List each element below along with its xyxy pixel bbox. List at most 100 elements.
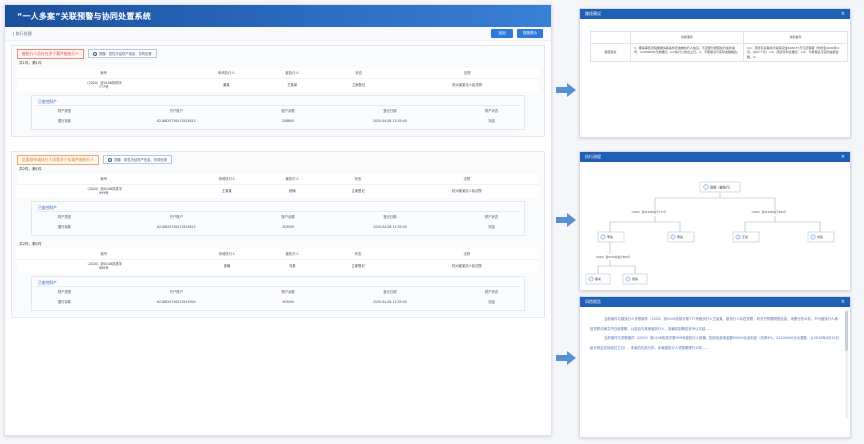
case-status: 立案登记 xyxy=(351,189,365,193)
group-count-label: 共1件，第1件 xyxy=(19,61,42,65)
col-header-account: 开户账户 xyxy=(169,215,183,219)
measure-hint-button[interactable]: 措施提示 xyxy=(517,29,543,38)
balance: 303000 xyxy=(282,224,295,229)
applicant: 张楠 xyxy=(223,264,231,268)
property-title: 已查控财产 xyxy=(36,204,520,212)
flow-node-label: 李某 xyxy=(607,234,613,239)
summary-cell: 1、要案审查法院根据关联案件查询被执行人信息，不足部分按照执行案件编号，1200… xyxy=(630,42,744,63)
respondent: 张楠 xyxy=(288,189,296,193)
case-status: 立案登记 xyxy=(351,83,366,87)
property-title: 已查控财产 xyxy=(36,98,520,106)
prop-type: 银行存款 xyxy=(58,300,71,304)
court: 杭州某某法人民法院 xyxy=(452,83,482,87)
applicant: 王某某 xyxy=(221,189,232,193)
hint-text: 提醒：属性冻结财产信息、协同处置 xyxy=(114,158,167,162)
register-date: 2020-04-08 13:35:00 xyxy=(372,118,407,123)
col-header-status: 状态 xyxy=(321,68,396,79)
col-header-court: 法院 xyxy=(394,249,539,260)
close-icon[interactable]: × xyxy=(841,11,845,17)
dialog-title: 执行流程 xyxy=(585,154,601,159)
warning-tag: 此案前申请执行人同属多于存案件被执行人 xyxy=(17,154,100,165)
scrollbar-thumb[interactable] xyxy=(845,311,848,351)
toolbar-buttons: 返回 措施提示 xyxy=(491,29,543,38)
col-header-balance: 账户余额 xyxy=(281,290,295,294)
col-header-balance: 账户余额 xyxy=(281,215,295,219)
flow-node-label: 吴某 xyxy=(677,234,683,239)
register-date: 2020-04-08 13:35:00 xyxy=(372,224,407,229)
property-table: 财产类型 开户账户 账户余额 登记日期 财产状态 银行存款 6216820730… xyxy=(36,287,520,307)
back-button[interactable]: 返回 xyxy=(491,29,513,38)
warning-tag: 被执行人员存在多于案件被执行人 xyxy=(17,48,84,59)
hint-tag[interactable]: i 提醒：属性冻结财产信息、协同处置 xyxy=(87,49,157,58)
close-icon[interactable]: × xyxy=(841,299,845,305)
property-block: 已查控财产 财产类型 开户账户 账户余额 登记日期 财产状态 银行存款 6216… xyxy=(31,276,525,311)
col-header-respondent: 被执行人 xyxy=(263,249,322,260)
col-header-prop-type: 财产类型 xyxy=(57,109,72,113)
toolbar: | 执行处理 返回 措施提示 xyxy=(5,27,551,41)
dialog-title: 路径建议 xyxy=(585,11,601,16)
row-label: 路径建议 xyxy=(590,42,631,63)
case-number[interactable]: （2020）浙0106执恢字 999号 xyxy=(17,184,191,198)
flow-node-label: 刘某 xyxy=(817,234,823,239)
arrow-right-icon xyxy=(556,351,576,365)
register-date: 2020-04-08 13:35:00 xyxy=(372,299,407,304)
col-header-date: 登记日期 xyxy=(383,290,397,294)
applicant: 姜某 xyxy=(223,83,230,87)
risk-report-body: 当前案件与被执行人关联案件（2020）浙0106执恢字第777号被执行人王某某，… xyxy=(580,307,850,353)
person-icon xyxy=(810,234,816,240)
col-header-court: 法院 xyxy=(395,68,539,79)
person-icon xyxy=(600,234,606,240)
col-header-respondent: 被执行人 xyxy=(262,68,322,79)
group-count-label: 共2件，第1件 xyxy=(19,167,42,171)
case-number[interactable]: （2020）浙0106执恢字 888号 xyxy=(17,259,191,273)
account-number: 6216820730017815000 xyxy=(157,299,196,304)
col-header-balance: 账户余额 xyxy=(281,109,295,113)
arrow-right-icon xyxy=(556,83,576,97)
balance: 208800 xyxy=(282,118,295,123)
table-row: 银行存款 6216820730017815813 208800 2020-04-… xyxy=(36,115,520,126)
breadcrumb: | 执行处理 xyxy=(13,30,32,36)
flow-node-label: 徐某 xyxy=(595,276,601,281)
summary-cell: \n1、因涉及关联执行案情况金603077万元及到期（暂时至2020年4月，共2… xyxy=(742,42,849,63)
flow-node-label: 王某 xyxy=(742,234,748,239)
flow-node-root-label: 张楠（被执行） xyxy=(710,184,732,189)
prop-status: 冻结 xyxy=(488,119,495,123)
col-header-event-1: 协助事件 xyxy=(630,31,744,44)
case-status: 立案登记 xyxy=(351,264,365,268)
col-header-date: 登记日期 xyxy=(383,109,397,113)
col-header-case-no: 案号 xyxy=(17,68,191,79)
flow-case-label: （2020）浙0106执恢字777号 xyxy=(630,210,667,214)
flow-dialog: 执行流程 × 张楠（被执行） （2020）浙0106执恢字777号 （2020）… xyxy=(579,151,851,291)
court: 杭州某某法人民法院 xyxy=(452,189,482,193)
hint-tag[interactable]: i 提醒：属性冻结财产信息、协同处置 xyxy=(103,155,172,164)
col-header-prop-status: 财产状态 xyxy=(484,109,499,113)
vertical-scrollbar[interactable] xyxy=(845,309,848,419)
summary-table: 协助事件 协助事件 路径建议 1、要案审查法院根据关联案件查询被执行人信息，不足… xyxy=(590,31,849,63)
property-block: 已查控财产 财产类型 开户账户 账户余额 登记日期 财产状态 银行存款 6216… xyxy=(31,201,525,236)
info-icon: i xyxy=(108,157,113,162)
person-icon xyxy=(588,276,594,282)
table-row[interactable]: （2020）浙0106执恢字 888号 张楠 刘某 立案登记 杭州某某法人民法院 xyxy=(17,259,539,273)
main-window: “一人多案”关联预警与协同处置系统 | 执行处理 返回 措施提示 被执行人员存在… xyxy=(4,4,552,436)
table-row[interactable]: （2020）浙0106执恢字 999号 王某某 张楠 立案登记 杭州某某法人民法… xyxy=(17,184,539,198)
respondent: 王某某 xyxy=(287,83,298,87)
col-header-court: 法院 xyxy=(394,174,539,185)
close-icon[interactable]: × xyxy=(841,154,845,160)
case-table: 案号 申请执行人 被执行人 状态 法院 （2020）浙0106执恢字 888号 … xyxy=(17,249,539,273)
person-icon xyxy=(670,234,676,240)
person-icon xyxy=(625,276,631,282)
balance: 303000 xyxy=(282,299,295,304)
case-number[interactable]: （2020）浙0106执恢字 777号 xyxy=(17,78,190,92)
prop-type: 银行存款 xyxy=(58,119,71,123)
col-header-applicant: 申请执行人 xyxy=(190,174,264,185)
col-header-date: 登记日期 xyxy=(383,215,397,219)
col-header-prop-status: 财产状态 xyxy=(484,290,499,294)
col-header-applicant: 申请执行人 xyxy=(190,249,264,260)
dialog-title: 风险报告 xyxy=(585,299,601,304)
col-header-account: 开户账户 xyxy=(169,290,183,294)
col-header-event-2: 协助事件 xyxy=(742,31,849,44)
table-row[interactable]: （2020）浙0106执恢字 777号 姜某 王某某 立案登记 杭州某某法人民法… xyxy=(17,78,539,92)
flow-case-label: （2020）浙0106执恢字888号 xyxy=(594,255,631,259)
person-icon xyxy=(735,234,741,240)
col-header-account: 开户账户 xyxy=(169,109,183,113)
